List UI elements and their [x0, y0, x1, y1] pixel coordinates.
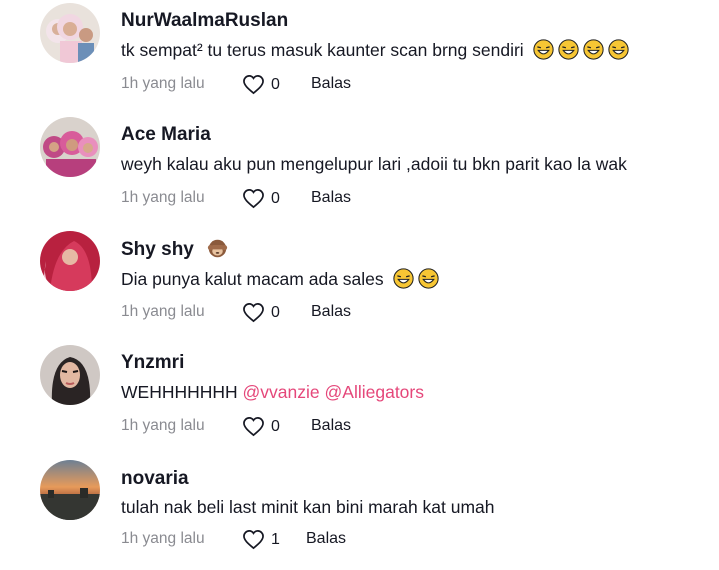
- like-button[interactable]: 0: [242, 188, 280, 209]
- heart-outline-icon: [243, 189, 264, 209]
- avatar[interactable]: [40, 231, 100, 291]
- comment-username: Shy shy: [121, 238, 228, 261]
- comment-username[interactable]: novaria: [121, 468, 189, 490]
- comment-item: Shy shy Dia punya kalut macam ada sales …: [0, 228, 719, 342]
- avatar[interactable]: [40, 117, 100, 177]
- comment-text: tulah nak beli last minit kan bini marah…: [121, 497, 495, 518]
- comment-time: 1h yang lalu: [121, 303, 205, 320]
- comment-item: NurWaalmaRuslan tk sempat² tu terus masu…: [0, 0, 719, 114]
- avatar[interactable]: [40, 3, 100, 63]
- like-count: 0: [271, 189, 280, 207]
- reply-button[interactable]: Balas: [311, 189, 351, 207]
- heart-outline-icon: [243, 417, 264, 437]
- like-button[interactable]: 0: [242, 74, 280, 95]
- grinning-squint-tears-icon: [392, 268, 414, 289]
- comment-time: 1h yang lalu: [121, 189, 205, 206]
- mention-link[interactable]: @Alliegators: [325, 382, 424, 402]
- like-count: 0: [271, 75, 280, 93]
- comment-username[interactable]: Ace Maria: [121, 124, 211, 146]
- like-button[interactable]: 0: [242, 416, 280, 437]
- grinning-squint-tears-icon: [557, 39, 579, 60]
- comment-item: Ace Maria weyh kalau aku pun mengelupur …: [0, 114, 719, 228]
- heart-outline-icon: [243, 303, 264, 323]
- avatar[interactable]: [40, 460, 100, 520]
- grinning-squint-tears-icon: [582, 39, 604, 60]
- reply-button[interactable]: Balas: [306, 530, 346, 548]
- reply-button[interactable]: Balas: [311, 75, 351, 93]
- comment-text: WEHHHHHHH @vvanzie @Alliegators: [121, 382, 424, 403]
- reply-button[interactable]: Balas: [311, 303, 351, 321]
- avatar[interactable]: [40, 345, 100, 405]
- comment-item: Ynzmri WEHHHHHHH @vvanzie @Alliegators 1…: [0, 342, 719, 456]
- comment-username[interactable]: Ynzmri: [121, 352, 184, 374]
- like-count: 1: [271, 530, 280, 548]
- grinning-squint-tears-icon: [417, 268, 439, 289]
- like-button[interactable]: 0: [242, 302, 280, 323]
- comment-username-text[interactable]: Shy shy: [121, 239, 194, 260]
- comment-item: novaria tulah nak beli last minit kan bi…: [0, 456, 719, 570]
- like-button[interactable]: 1: [242, 529, 280, 550]
- comment-time: 1h yang lalu: [121, 417, 205, 434]
- comment-text: Dia punya kalut macam ada sales: [121, 268, 439, 290]
- grinning-squint-tears-icon: [607, 39, 629, 60]
- comment-body: tulah nak beli last minit kan bini marah…: [121, 497, 495, 517]
- comment-text: weyh kalau aku pun mengelupur lari ,adoi…: [121, 154, 627, 175]
- comment-body: WEHHHHHHH: [121, 382, 238, 402]
- like-count: 0: [271, 417, 280, 435]
- reply-button[interactable]: Balas: [311, 417, 351, 435]
- see-no-evil-monkey-icon: [207, 238, 228, 259]
- like-count: 0: [271, 303, 280, 321]
- comment-time: 1h yang lalu: [121, 530, 205, 547]
- heart-outline-icon: [243, 530, 264, 550]
- comment-body: Dia punya kalut macam ada sales: [121, 269, 384, 289]
- comment-time: 1h yang lalu: [121, 75, 205, 92]
- grinning-squint-tears-icon: [532, 39, 554, 60]
- comment-body: tk sempat² tu terus masuk kaunter scan b…: [121, 40, 524, 60]
- mention-link[interactable]: @vvanzie: [243, 382, 320, 402]
- comment-username[interactable]: NurWaalmaRuslan: [121, 10, 288, 32]
- heart-outline-icon: [243, 75, 264, 95]
- comment-body: weyh kalau aku pun mengelupur lari ,adoi…: [121, 154, 627, 174]
- comment-text: tk sempat² tu terus masuk kaunter scan b…: [121, 39, 629, 61]
